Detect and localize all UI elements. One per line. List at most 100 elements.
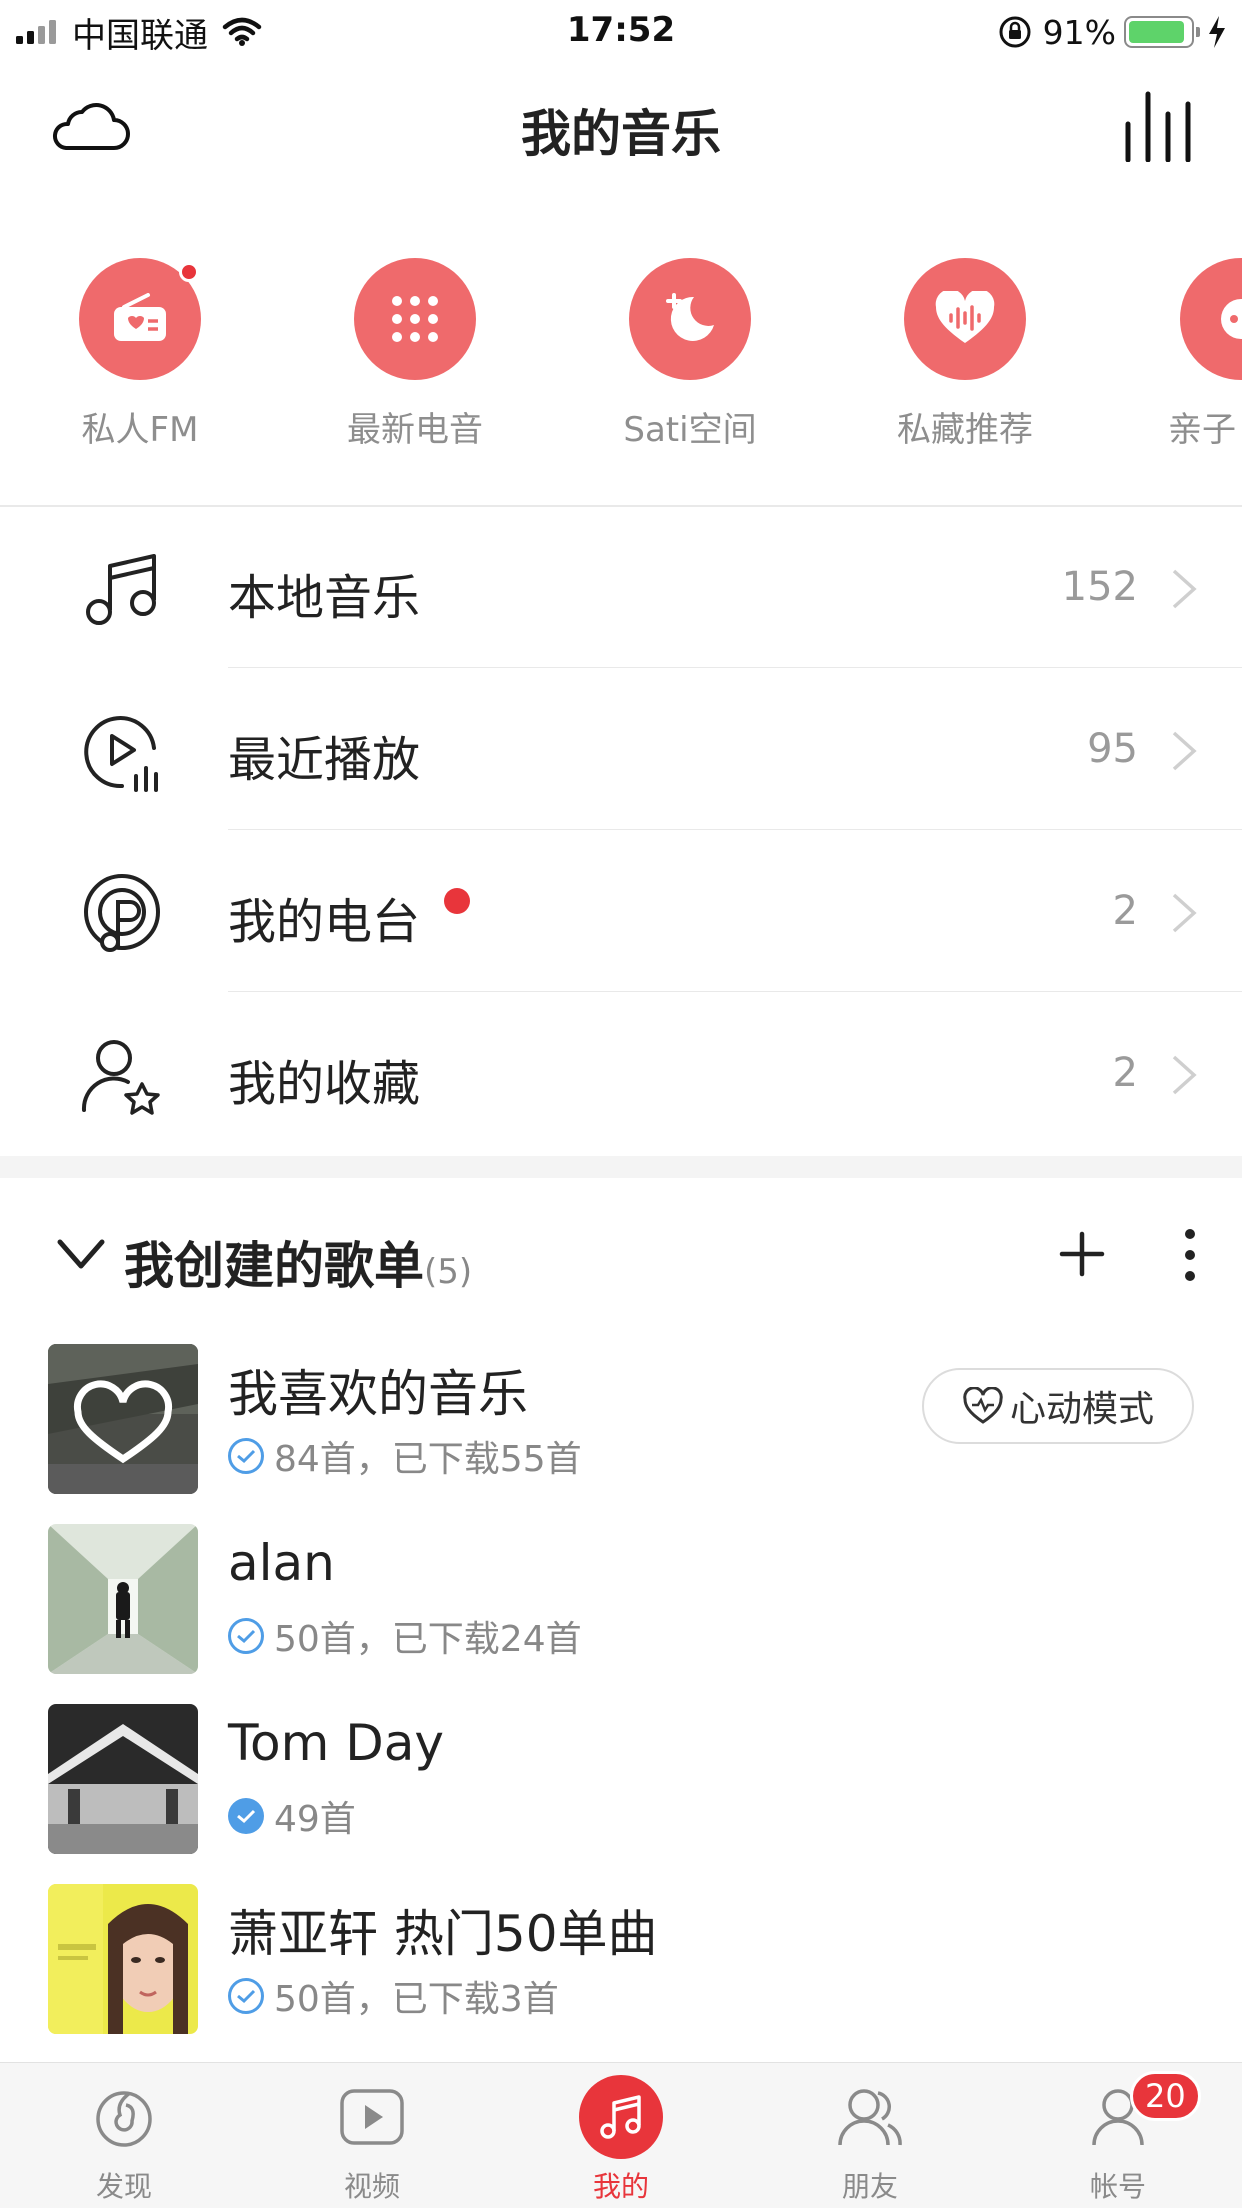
moon-icon bbox=[666, 293, 714, 341]
playlist-cover bbox=[48, 1704, 198, 1854]
battery-fill bbox=[1129, 21, 1184, 43]
menu-label: 我的收藏 bbox=[228, 1056, 421, 1112]
section-title-text: 我创建的歌单 bbox=[124, 1237, 424, 1295]
menu-row-my-radio[interactable]: 我的电台 2 bbox=[0, 830, 1242, 992]
menu-label: 最近播放 bbox=[228, 732, 421, 788]
heart-wave-outline-icon bbox=[963, 1387, 1003, 1424]
chevron-right-icon bbox=[1172, 569, 1197, 609]
music-icon bbox=[579, 2075, 663, 2159]
menu-row-local-music[interactable]: 本地音乐 152 bbox=[0, 506, 1242, 668]
shortcut-label: 私人FM bbox=[81, 410, 199, 450]
tab-my-music[interactable]: 我的 bbox=[497, 2063, 745, 2208]
tab-label: 视频 bbox=[343, 2170, 400, 2203]
music-note-icon bbox=[86, 554, 156, 625]
cover-image-liked bbox=[48, 1344, 198, 1494]
playlist-meta: 49首 bbox=[228, 1790, 356, 1842]
created-playlists-header: 我创建的歌单(5) bbox=[0, 1178, 1242, 1328]
menu-label: 本地音乐 bbox=[228, 570, 421, 626]
chevron-right-icon bbox=[1172, 1055, 1197, 1095]
shortcut-circle bbox=[1180, 258, 1242, 380]
status-bar: 中国联通 17:52 91% bbox=[0, 0, 1242, 62]
downloaded-check-icon bbox=[228, 1618, 264, 1654]
radio-icon bbox=[114, 293, 166, 341]
heart-wave-icon bbox=[935, 291, 995, 343]
battery-icon bbox=[1124, 16, 1200, 48]
shortcut-kids[interactable]: 亲子 bbox=[1120, 258, 1242, 451]
playlist-name: 我喜欢的音乐 bbox=[228, 1365, 528, 1423]
menu-row-my-collection[interactable]: 我的收藏 2 bbox=[0, 992, 1242, 1154]
shortcut-label: 私藏推荐 bbox=[897, 410, 1033, 450]
chevron-right-icon bbox=[1172, 893, 1197, 933]
shortcut-new-electronic[interactable]: 最新电音 bbox=[295, 258, 535, 451]
kids-icon bbox=[1221, 299, 1242, 339]
page-title: 我的音乐 bbox=[521, 105, 721, 163]
shortcut-circle bbox=[629, 258, 751, 380]
downloaded-check-icon bbox=[228, 1978, 264, 2014]
cover-image-alan bbox=[48, 1524, 198, 1674]
playlist-meta: 84首，已下载55首 bbox=[228, 1430, 582, 1482]
playlist-cover bbox=[48, 1344, 198, 1494]
playlist-item-elva[interactable]: 萧亚轩 热门50单曲 50首，已下载3首 bbox=[0, 1854, 1242, 2034]
notification-dot bbox=[444, 888, 470, 914]
playlist-meta-text: 50首，已下载3首 bbox=[274, 1979, 559, 2020]
cover-image-elva bbox=[48, 1884, 198, 2034]
shortcut-row: 私人FM 最新电音 Sati空间 私藏推荐 亲子 bbox=[0, 258, 1242, 458]
tab-discover[interactable]: 发现 bbox=[0, 2063, 248, 2208]
discover-icon bbox=[82, 2075, 166, 2159]
recent-play-icon bbox=[84, 716, 158, 792]
playlist-item-alan[interactable]: alan 50首，已下载24首 bbox=[0, 1494, 1242, 1674]
heart-mode-button[interactable]: 心动模式 bbox=[922, 1368, 1194, 1444]
shortcut-label: Sati空间 bbox=[623, 410, 757, 450]
equalizer-icon[interactable] bbox=[1122, 90, 1194, 162]
add-icon[interactable] bbox=[1058, 1230, 1106, 1278]
tab-video[interactable]: 视频 bbox=[248, 2063, 496, 2208]
tab-label: 朋友 bbox=[841, 2170, 898, 2203]
dots-grid-icon bbox=[392, 296, 438, 342]
shortcut-circle bbox=[354, 258, 476, 380]
cover-image-tom-day bbox=[48, 1704, 198, 1854]
menu-count: 95 bbox=[1087, 726, 1138, 772]
downloaded-check-icon bbox=[228, 1438, 264, 1474]
playlist-name: alan bbox=[228, 1534, 335, 1592]
shortcut-sati-space[interactable]: Sati空间 bbox=[570, 258, 810, 451]
heart-mode-label: 心动模式 bbox=[1009, 1389, 1154, 1430]
podcast-icon bbox=[84, 874, 160, 952]
menu-label: 我的电台 bbox=[228, 894, 421, 950]
video-icon bbox=[330, 2075, 414, 2159]
section-gap bbox=[0, 1156, 1242, 1178]
tab-label: 我的 bbox=[592, 2170, 649, 2203]
playlist-name: Tom Day bbox=[228, 1714, 444, 1772]
menu-row-recent-play[interactable]: 最近播放 95 bbox=[0, 668, 1242, 830]
shortcut-personal-fm[interactable]: 私人FM bbox=[20, 258, 260, 451]
shortcut-private-picks[interactable]: 私藏推荐 bbox=[845, 258, 1085, 451]
tab-account[interactable]: 帐号 20 bbox=[994, 2063, 1242, 2208]
section-title[interactable]: 我创建的歌单(5) bbox=[124, 1226, 472, 1298]
playlist-meta-text: 50首，已下载24首 bbox=[274, 1619, 582, 1660]
chevron-down-icon[interactable] bbox=[56, 1236, 106, 1272]
status-right: 91% bbox=[997, 10, 1228, 54]
playlist-meta-text: 49首 bbox=[274, 1799, 356, 1840]
nav-header: 我的音乐 bbox=[0, 62, 1242, 192]
battery-percent: 91% bbox=[1042, 12, 1116, 52]
shortcut-label: 亲子 bbox=[1168, 410, 1236, 450]
tab-bar: 发现 视频 我的 朋友 帐号 20 bbox=[0, 2062, 1242, 2208]
menu-count: 152 bbox=[1061, 564, 1138, 610]
menu-count: 2 bbox=[1112, 1050, 1138, 1096]
playlist-meta: 50首，已下载24首 bbox=[228, 1610, 582, 1662]
section-count: (5) bbox=[424, 1252, 473, 1292]
playlist-item-liked[interactable]: 我喜欢的音乐 84首，已下载55首 心动模式 bbox=[0, 1314, 1242, 1494]
charging-icon bbox=[1209, 16, 1225, 48]
friends-icon bbox=[828, 2075, 912, 2159]
notification-badge: 20 bbox=[1130, 2071, 1201, 2121]
tab-label: 帐号 bbox=[1089, 2170, 1146, 2203]
more-icon[interactable] bbox=[1182, 1228, 1198, 1282]
playlist-item-tom-day[interactable]: Tom Day 49首 bbox=[0, 1674, 1242, 1854]
shortcut-circle bbox=[904, 258, 1026, 380]
tab-friends[interactable]: 朋友 bbox=[746, 2063, 994, 2208]
tab-label: 发现 bbox=[95, 2170, 152, 2203]
playlist-cover bbox=[48, 1884, 198, 2034]
playlist-meta-text: 84首，已下载55首 bbox=[274, 1439, 582, 1480]
playlist-name: 萧亚轩 热门50单曲 bbox=[228, 1905, 658, 1963]
playlist-meta: 50首，已下载3首 bbox=[228, 1970, 559, 2022]
shortcut-circle bbox=[79, 258, 201, 380]
